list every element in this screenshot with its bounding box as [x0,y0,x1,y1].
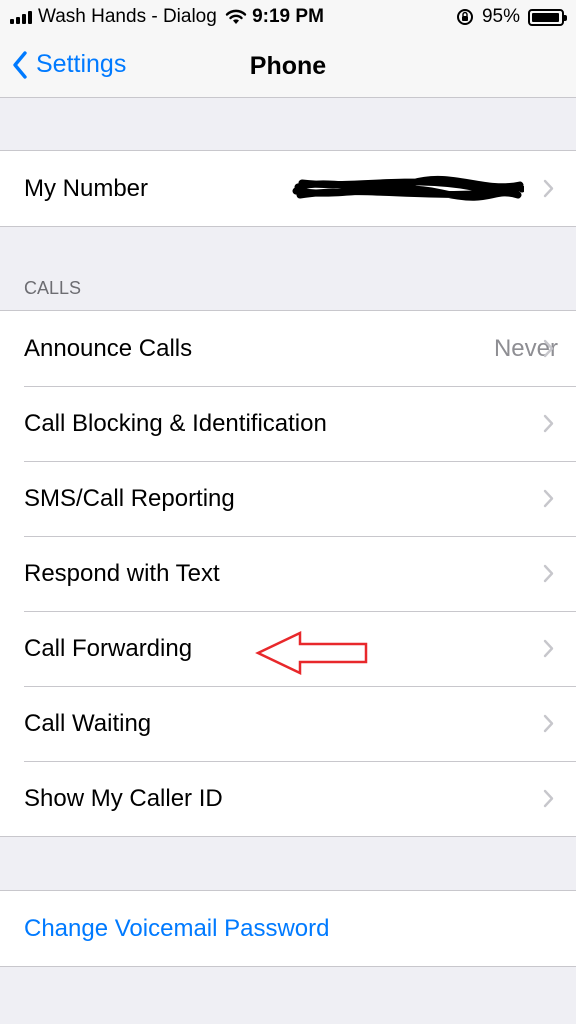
change-voicemail-password-label: Change Voicemail Password [24,914,330,942]
chevron-right-icon [543,179,554,198]
announce-calls-label: Announce Calls [24,334,193,362]
annotation-arrow-icon [255,631,368,675]
chevron-right-icon [543,639,554,658]
navigation-bar: Settings Phone [0,34,576,98]
respond-with-text-row[interactable]: Respond with Text [0,536,576,611]
call-blocking-label: Call Blocking & Identification [24,409,327,437]
call-waiting-row[interactable]: Call Waiting [0,686,576,761]
respond-with-text-label: Respond with Text [24,559,220,587]
battery-percent: 95% [481,6,520,27]
battery-icon [528,8,567,26]
call-blocking-row[interactable]: Call Blocking & Identification [0,386,576,461]
chevron-right-icon [543,339,554,358]
chevron-right-icon [543,714,554,733]
chevron-right-icon [543,789,554,808]
status-right: 95% [456,6,567,28]
redacted-phone-number [292,175,524,201]
calls-group: Announce Calls Never Call Blocking & Ide… [0,310,576,837]
my-number-row[interactable]: My Number [0,151,576,226]
battery-level-fill [532,12,559,22]
my-number-group: My Number [0,150,576,227]
change-voicemail-password-button[interactable]: Change Voicemail Password [0,891,576,966]
status-bar: Wash Hands - Dialog 9:19 PM 95% [0,0,576,34]
sms-call-reporting-label: SMS/Call Reporting [24,484,235,512]
rotation-lock-icon [456,9,473,25]
voicemail-group: Change Voicemail Password [0,890,576,967]
chevron-right-icon [543,564,554,583]
show-caller-id-row[interactable]: Show My Caller ID [0,761,576,836]
calls-section-header: CALLS [24,278,82,298]
chevron-right-icon [543,414,554,433]
call-waiting-label: Call Waiting [24,709,152,737]
sms-call-reporting-row[interactable]: SMS/Call Reporting [0,461,576,536]
page-title: Phone [249,52,327,80]
show-caller-id-label: Show My Caller ID [24,784,223,812]
chevron-right-icon [543,489,554,508]
announce-calls-row[interactable]: Announce Calls Never [0,311,576,386]
